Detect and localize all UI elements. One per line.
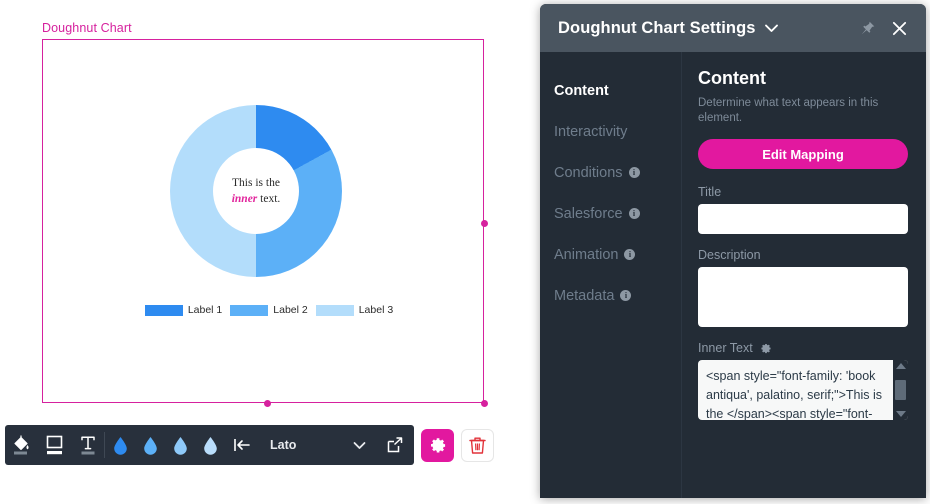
resize-handle-bottom-right[interactable] bbox=[481, 400, 488, 407]
resize-handle-bottom[interactable] bbox=[264, 400, 271, 407]
align-left-icon[interactable] bbox=[225, 425, 258, 465]
font-family-value: Lato bbox=[270, 438, 297, 452]
scrollbar-thumb[interactable] bbox=[895, 380, 906, 400]
nav-item-label: Content bbox=[554, 82, 609, 99]
inner-text-emphasis: inner bbox=[231, 193, 258, 205]
scroll-down-arrow-icon[interactable] bbox=[895, 411, 906, 417]
nav-item-label: Interactivity bbox=[554, 123, 628, 140]
chevron-down-icon bbox=[353, 441, 366, 450]
color-drop-3[interactable] bbox=[165, 425, 195, 465]
panel-content: Content Determine what text appears in t… bbox=[682, 52, 926, 498]
panel-body: Content Interactivity Conditions i Sales… bbox=[540, 52, 926, 498]
nav-item-salesforce[interactable]: Salesforce i bbox=[554, 193, 681, 234]
trash-icon[interactable] bbox=[461, 428, 494, 462]
inner-text-line-2: inner text. bbox=[232, 191, 281, 207]
panel-title: Doughnut Chart Settings bbox=[558, 18, 756, 37]
selection-label: Doughnut Chart bbox=[42, 21, 132, 35]
title-field-label: Title bbox=[698, 185, 722, 199]
nav-item-content[interactable]: Content bbox=[554, 70, 681, 111]
color-drop-4[interactable] bbox=[195, 425, 225, 465]
gear-icon[interactable] bbox=[759, 342, 772, 355]
chart-legend: Label 1 Label 2 Label 3 bbox=[139, 304, 399, 316]
gear-icon[interactable] bbox=[421, 428, 454, 462]
inner-text-label-row: Inner Text bbox=[698, 341, 908, 355]
pin-icon[interactable] bbox=[854, 15, 880, 41]
color-drop-2[interactable] bbox=[135, 425, 165, 465]
legend-item: Label 2 bbox=[230, 304, 308, 316]
inner-text-field-label: Inner Text bbox=[698, 341, 753, 355]
nav-item-label: Conditions bbox=[554, 164, 623, 181]
resize-handle-right[interactable] bbox=[481, 220, 488, 227]
edit-mapping-button[interactable]: Edit Mapping bbox=[698, 139, 908, 169]
inner-text-value[interactable]: <span style="font-family: 'book antiqua'… bbox=[698, 360, 908, 420]
inner-text-suffix: text. bbox=[257, 193, 281, 205]
info-icon[interactable]: i bbox=[628, 208, 640, 219]
doughnut-chart[interactable]: This is the inner text. Label 1 Label 2 … bbox=[42, 39, 484, 403]
info-icon[interactable]: i bbox=[628, 167, 640, 178]
nav-item-metadata[interactable]: Metadata i bbox=[554, 275, 681, 316]
shape-border-icon[interactable] bbox=[38, 425, 71, 465]
panel-nav[interactable]: Content Interactivity Conditions i Sales… bbox=[540, 52, 682, 498]
inner-text-editor[interactable]: <span style="font-family: 'book antiqua'… bbox=[698, 360, 908, 420]
settings-panel[interactable]: Doughnut Chart Settings Content Interact… bbox=[540, 4, 926, 498]
legend-swatch bbox=[230, 304, 269, 316]
panel-header[interactable]: Doughnut Chart Settings bbox=[540, 4, 926, 52]
inner-text-scrollbar[interactable] bbox=[893, 360, 908, 420]
legend-swatch bbox=[144, 304, 183, 316]
legend-label: Label 3 bbox=[358, 304, 394, 316]
color-drop-1[interactable] bbox=[105, 425, 135, 465]
content-description: Determine what text appears in this elem… bbox=[698, 97, 879, 124]
legend-label: Label 1 bbox=[187, 304, 223, 316]
chevron-down-icon[interactable] bbox=[764, 23, 779, 33]
nav-item-label: Salesforce bbox=[554, 205, 623, 222]
paint-bucket-icon[interactable] bbox=[5, 425, 38, 465]
legend-item: Label 3 bbox=[315, 304, 394, 316]
design-canvas[interactable]: Doughnut Chart This is the inner text. L… bbox=[0, 0, 540, 504]
text-format-icon[interactable] bbox=[71, 425, 104, 465]
description-input[interactable] bbox=[698, 267, 908, 327]
legend-label: Label 2 bbox=[273, 304, 308, 316]
nav-item-animation[interactable]: Animation i bbox=[554, 234, 681, 275]
description-field-label: Description bbox=[698, 248, 761, 262]
nav-item-label: Metadata bbox=[554, 287, 615, 304]
info-icon[interactable]: i bbox=[624, 249, 636, 260]
title-input[interactable] bbox=[698, 204, 908, 234]
content-heading: Content bbox=[698, 68, 766, 88]
doughnut-inner-text: This is the inner text. bbox=[213, 148, 299, 234]
external-link-icon[interactable] bbox=[376, 425, 414, 465]
font-family-select[interactable]: Lato bbox=[258, 425, 376, 465]
legend-item: Label 1 bbox=[144, 304, 223, 316]
legend-swatch bbox=[315, 304, 354, 316]
scroll-up-arrow-icon[interactable] bbox=[895, 363, 906, 369]
close-icon[interactable] bbox=[886, 15, 912, 41]
inner-text-line-1: This is the bbox=[232, 177, 280, 189]
toolbar-tools-group bbox=[5, 425, 258, 465]
element-toolbar[interactable]: Lato bbox=[5, 425, 494, 465]
nav-item-conditions[interactable]: Conditions i bbox=[554, 152, 681, 193]
nav-item-interactivity[interactable]: Interactivity bbox=[554, 111, 681, 152]
info-icon[interactable]: i bbox=[620, 290, 632, 301]
nav-item-label: Animation bbox=[554, 246, 619, 263]
